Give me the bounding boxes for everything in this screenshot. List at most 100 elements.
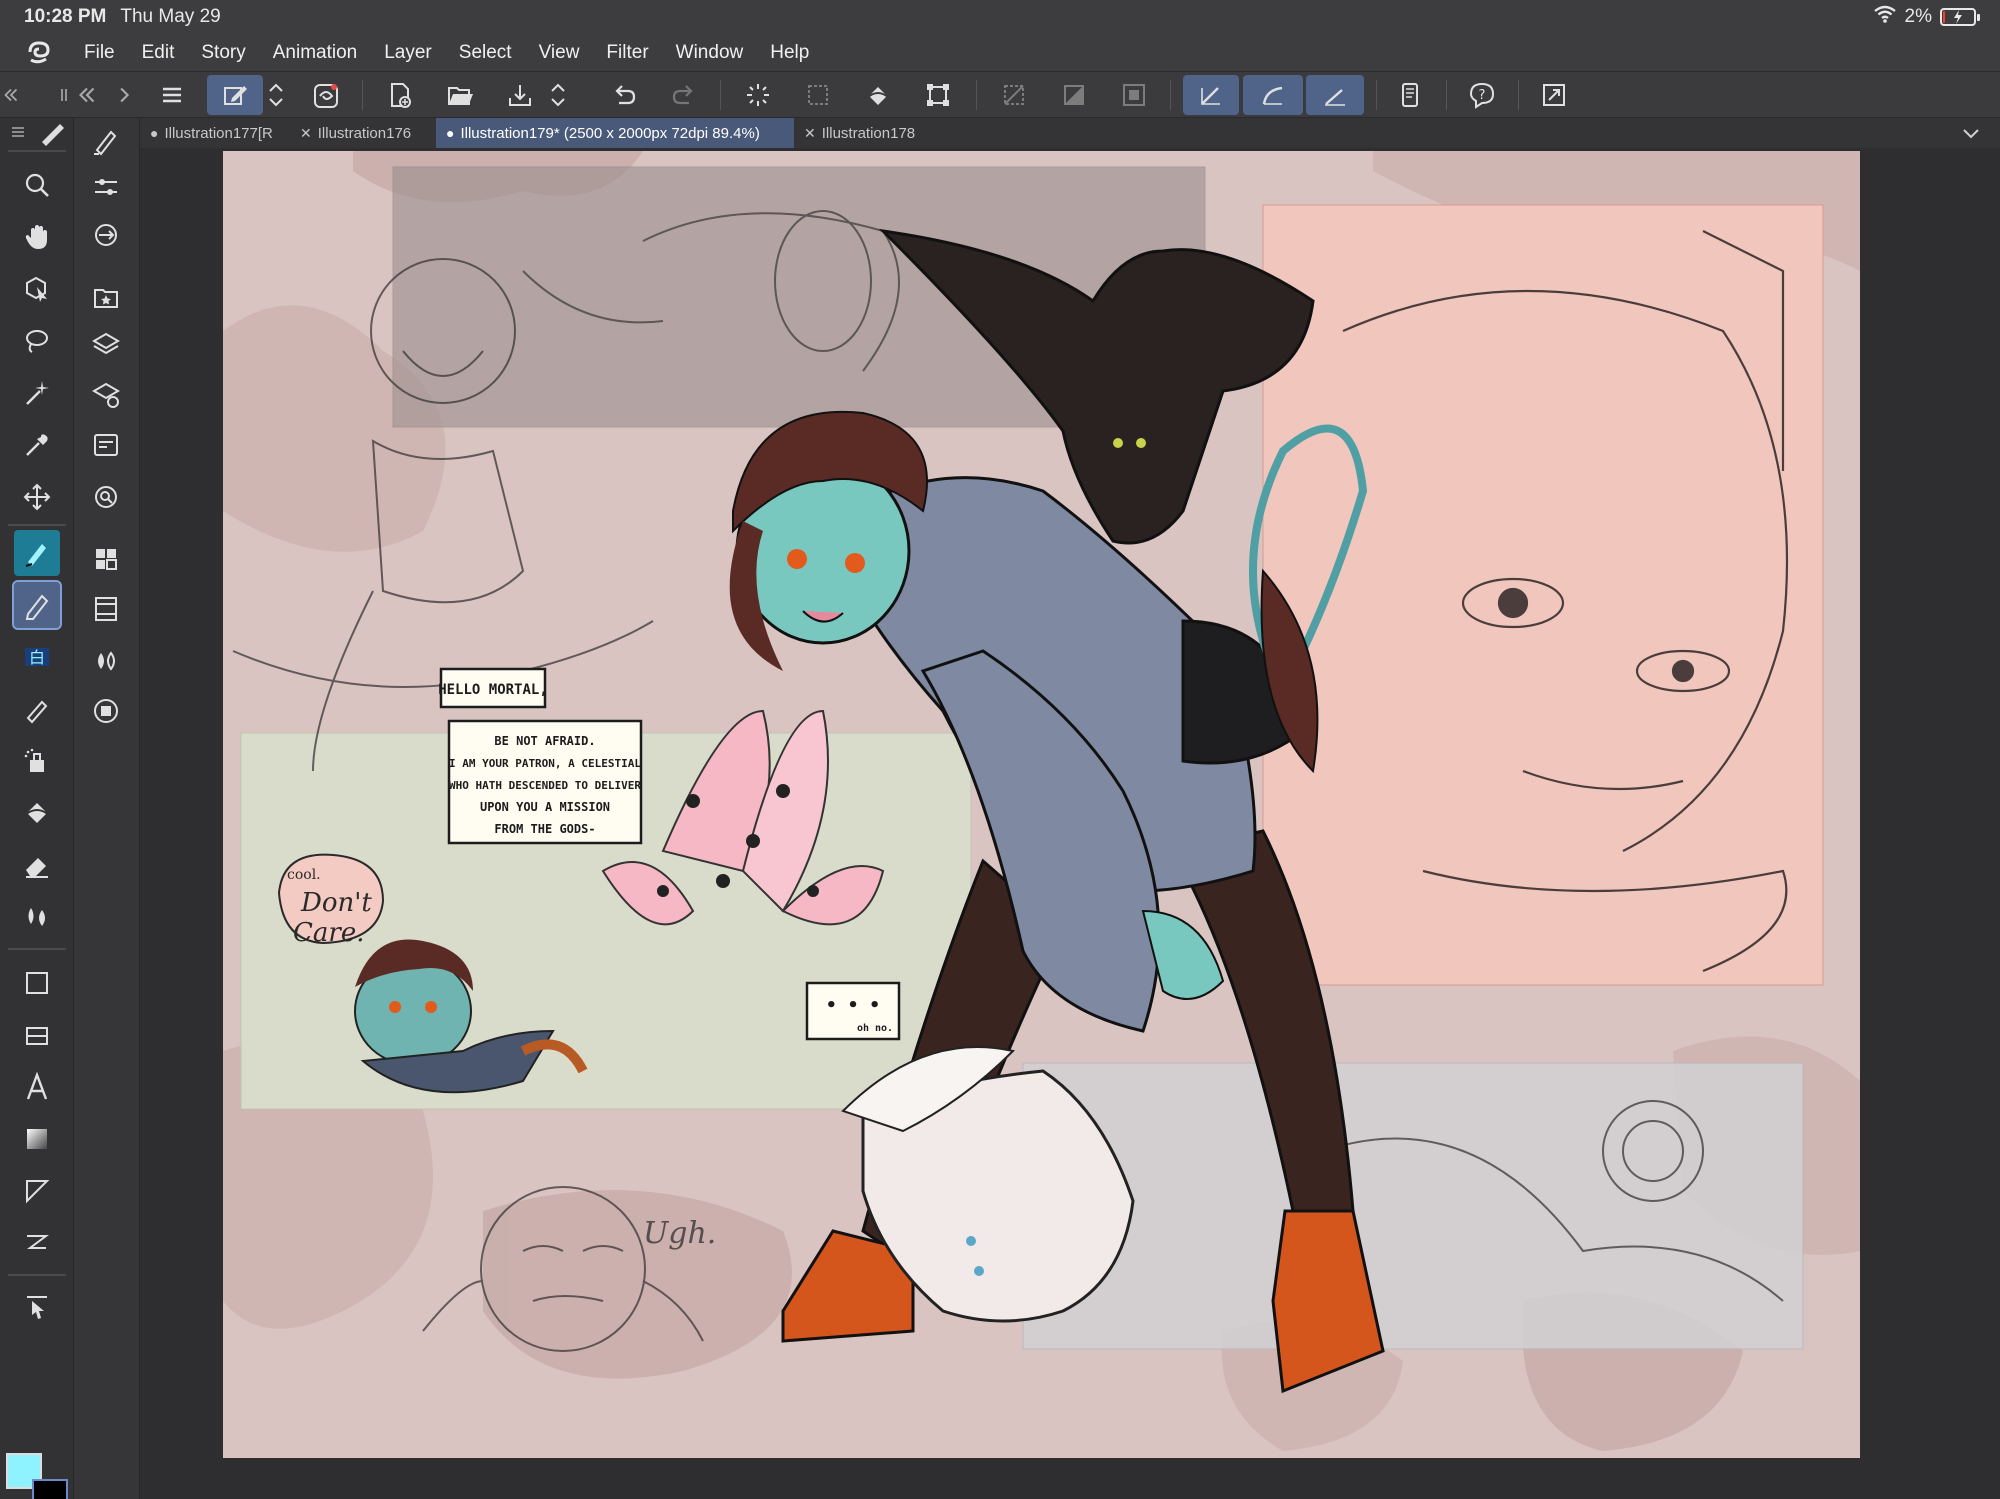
bubble-oh-no-text: oh no. xyxy=(857,1023,893,1034)
navigator-icon[interactable] xyxy=(83,422,129,468)
gradient-tool-icon[interactable] xyxy=(14,1116,60,1162)
move-tool-icon[interactable] xyxy=(14,474,60,520)
hide-outside-icon[interactable] xyxy=(994,75,1034,115)
menu-select[interactable]: Select xyxy=(459,42,512,64)
tab-illustration177[interactable]: ● Illustration177[R xyxy=(140,118,290,148)
separator xyxy=(362,80,363,110)
zoom-tool-icon[interactable] xyxy=(14,162,60,208)
redo-icon[interactable] xyxy=(664,75,704,115)
tab-illustration176[interactable]: ✕ Illustration176 xyxy=(290,118,436,148)
help-icon[interactable]: ? xyxy=(1462,75,1502,115)
expand-selection-icon[interactable] xyxy=(1114,75,1154,115)
brush-tool-icon[interactable]: 白 xyxy=(14,634,60,680)
palette-menu-icon[interactable] xyxy=(8,122,28,147)
menu-view[interactable]: View xyxy=(539,42,580,64)
close-icon[interactable]: ✕ xyxy=(300,125,312,142)
open-folder-icon[interactable] xyxy=(440,75,480,115)
menu-story[interactable]: Story xyxy=(201,42,245,64)
ruler-snap-button[interactable] xyxy=(1183,75,1239,115)
edit-mode-button[interactable] xyxy=(207,75,263,115)
color-wheel-icon[interactable] xyxy=(83,688,129,734)
menu-edit[interactable]: Edit xyxy=(142,42,175,64)
clear-selection-icon[interactable] xyxy=(798,75,838,115)
object-tool-icon[interactable] xyxy=(14,266,60,312)
panel-handle-icon[interactable] xyxy=(54,75,74,115)
blend-tool-icon[interactable] xyxy=(14,894,60,940)
menu-animation[interactable]: Animation xyxy=(273,42,358,64)
companion-icon[interactable] xyxy=(306,75,346,115)
loading-spinner-icon[interactable] xyxy=(738,75,778,115)
svg-text:白: 白 xyxy=(29,648,45,667)
separator xyxy=(8,150,66,152)
magic-wand-icon[interactable] xyxy=(14,370,60,416)
text-tool-icon[interactable] xyxy=(14,1064,60,1110)
tool-property-icon[interactable] xyxy=(83,164,129,210)
collapse-left-icon[interactable] xyxy=(0,75,22,115)
speech-bubble-hello: HELLO MORTAL, xyxy=(438,667,548,709)
background-color-chip[interactable] xyxy=(32,1479,68,1499)
ugh-text: Ugh. xyxy=(643,1216,716,1251)
pen-mode-icon[interactable] xyxy=(38,120,68,151)
frame-border-icon[interactable] xyxy=(14,1012,60,1058)
timeline-icon[interactable] xyxy=(83,586,129,632)
layer-property-icon[interactable] xyxy=(83,372,129,418)
material-icon[interactable] xyxy=(83,274,129,320)
pen-tool-icon[interactable] xyxy=(14,530,60,576)
app-logo-icon[interactable] xyxy=(24,38,54,68)
undo-icon[interactable] xyxy=(604,75,644,115)
brush-size-icon[interactable] xyxy=(83,212,129,258)
cool-text: cool. xyxy=(287,867,321,883)
fullscreen-icon[interactable] xyxy=(1534,75,1574,115)
menu-layer[interactable]: Layer xyxy=(384,42,432,64)
separator xyxy=(8,1274,66,1276)
canvas-workspace[interactable]: cool. Don't Care. HELLO MORTAL, BE NOT A… xyxy=(140,148,2000,1499)
menu-filter[interactable]: Filter xyxy=(606,42,648,64)
dont-text: Don't xyxy=(300,888,372,918)
menu-window[interactable]: Window xyxy=(676,42,744,64)
operation-tool-icon[interactable] xyxy=(14,1284,60,1330)
collapse-sub-icon[interactable] xyxy=(74,75,100,115)
color-set-icon[interactable] xyxy=(83,536,129,582)
speech-bubble-patron: BE NOT AFRAID. I AM YOUR PATRON, A CELES… xyxy=(447,719,643,845)
hand-tool-icon[interactable] xyxy=(14,214,60,260)
correct-line-icon[interactable] xyxy=(14,1220,60,1266)
export-toggle-icon[interactable] xyxy=(546,75,570,115)
menu-file[interactable]: File xyxy=(84,42,115,64)
color-mixing-icon[interactable] xyxy=(83,638,129,684)
tab-illustration178[interactable]: ✕ Illustration178 xyxy=(794,118,944,148)
color-chips[interactable] xyxy=(6,1453,76,1499)
sub-tool-pen-icon[interactable] xyxy=(83,118,129,164)
lasso-tool-icon[interactable] xyxy=(14,318,60,364)
special-ruler-snap-button[interactable] xyxy=(1243,75,1303,115)
ruler-tool-icon[interactable] xyxy=(14,1168,60,1214)
transform-icon[interactable] xyxy=(918,75,958,115)
tab-label: Illustration179* (2500 x 2000px 72dpi 89… xyxy=(460,124,760,142)
device-settings-icon[interactable] xyxy=(1390,75,1430,115)
expand-icon[interactable] xyxy=(112,75,138,115)
fill-icon[interactable] xyxy=(858,75,898,115)
new-file-icon[interactable] xyxy=(380,75,420,115)
bubble-patron-line: FROM THE GODS- xyxy=(494,822,595,836)
menu-help[interactable]: Help xyxy=(770,42,809,64)
close-icon[interactable]: ✕ xyxy=(804,125,816,142)
grid-snap-button[interactable] xyxy=(1306,75,1364,115)
pencil-tool-icon[interactable] xyxy=(12,580,62,630)
hamburger-menu-icon[interactable] xyxy=(152,75,192,115)
export-icon[interactable] xyxy=(500,75,540,115)
airbrush-icon[interactable] xyxy=(14,738,60,784)
brush-alt-icon[interactable] xyxy=(14,686,60,732)
bubble-patron-line: I AM YOUR PATRON, A CELESTIAL xyxy=(449,757,641,770)
edit-mode-toggle-icon[interactable] xyxy=(264,75,288,115)
layer-icon[interactable] xyxy=(83,322,129,368)
care-text: Care. xyxy=(293,918,364,948)
fill-bucket-icon[interactable] xyxy=(14,790,60,836)
figure-tool-icon[interactable] xyxy=(14,960,60,1006)
chevron-down-icon[interactable] xyxy=(1960,122,1982,148)
search-layer-icon[interactable] xyxy=(83,474,129,520)
eraser-icon[interactable] xyxy=(14,842,60,888)
invert-selection-icon[interactable] xyxy=(1054,75,1094,115)
tab-illustration179[interactable]: ● Illustration179* (2500 x 2000px 72dpi … xyxy=(436,118,794,148)
eyedropper-icon[interactable] xyxy=(14,422,60,468)
artwork-canvas[interactable]: cool. Don't Care. HELLO MORTAL, BE NOT A… xyxy=(223,151,1860,1458)
bubble-hello-text: HELLO MORTAL, xyxy=(438,682,548,698)
